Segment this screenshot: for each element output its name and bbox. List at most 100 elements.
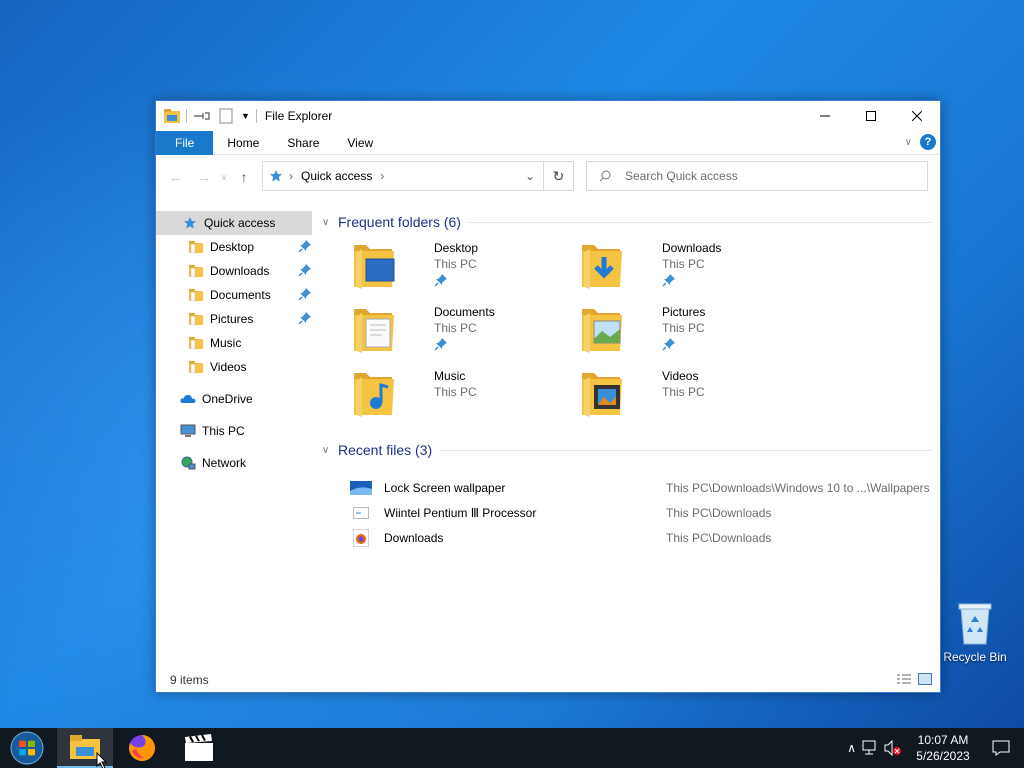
quick-access-star-icon [182,215,198,231]
frequent-folder-tile[interactable]: Desktop This PC [352,239,572,299]
network-status-icon[interactable] [862,740,880,756]
address-dropdown-icon[interactable]: ⌄ [525,169,535,183]
details-view-icon[interactable] [896,673,912,685]
folder-location: This PC [434,321,477,335]
pin-icon[interactable] [662,337,676,354]
taskbar-video-editor[interactable] [174,728,224,768]
frequent-folders-grid: Desktop This PC Downloads This PC Documents T… [322,239,932,439]
tab-share[interactable]: Share [273,131,333,155]
frequent-folder-tile[interactable]: Documents This PC [352,303,572,363]
taskbar-firefox[interactable] [116,728,168,768]
pin-icon[interactable] [434,273,448,290]
pin-icon[interactable] [298,311,312,328]
large-icons-view-icon[interactable] [918,673,932,685]
address-bar[interactable]: › Quick access › ⌄ [262,161,544,191]
breadcrumb-separator-icon[interactable]: › [289,169,293,183]
recycle-bin-label: Recycle Bin [943,650,1007,664]
section-title: Recent files (3) [338,442,433,458]
videos-folder-icon [188,359,204,375]
maximize-button[interactable] [848,101,894,131]
minimize-button[interactable] [802,101,848,131]
documents-folder-icon [352,303,400,355]
tab-home[interactable]: Home [213,131,273,155]
sidebar-item-onedrive[interactable]: OneDrive [156,387,312,411]
sidebar-item-videos[interactable]: Videos [156,355,312,379]
item-count: 9 items [170,673,209,687]
frequent-folder-tile[interactable]: Videos This PC [580,367,800,427]
folder-location: This PC [662,385,705,399]
downloads-folder-icon [188,263,204,279]
close-icon [912,111,922,121]
clock[interactable]: 10:07 AM 5/26/2023 [908,732,978,764]
file-explorer-window[interactable]: ▼ File Explorer File Home Share View ∨ ?… [155,100,941,693]
pin-icon[interactable] [298,263,312,280]
frequent-folder-tile[interactable]: Pictures This PC [580,303,800,363]
expand-ribbon-icon[interactable]: ∨ [905,137,912,148]
show-hidden-icons-icon[interactable]: ∧ [847,741,856,755]
forward-button[interactable]: → [190,169,218,185]
tab-file[interactable]: File [156,130,214,155]
sidebar-item-label: Music [210,336,242,350]
section-title: Frequent folders (6) [338,214,461,230]
pin-icon[interactable] [298,239,312,256]
recent-file-name: Downloads [384,530,444,545]
frequent-folder-tile[interactable]: Music This PC [352,367,572,427]
sidebar-item-label: Pictures [210,312,254,326]
explorer-folder-icon[interactable] [164,109,180,123]
new-folder-icon[interactable] [219,108,233,124]
videos-folder-icon [580,367,628,419]
collapse-chevron-icon[interactable]: ∨ [322,445,338,456]
search-placeholder: Search Quick access [625,169,738,183]
folder-location: This PC [434,257,477,271]
quick-access-toolbar: ▼ File Explorer [156,101,332,131]
recent-file-row[interactable]: Lock Screen wallpaper This PC\Downloads\W… [322,475,932,500]
sidebar-item-documents[interactable]: Documents [156,283,312,307]
folder-name: Music [434,369,466,383]
breadcrumb[interactable]: Quick access [301,169,372,183]
close-button[interactable] [894,101,940,131]
collapse-chevron-icon[interactable]: ∨ [322,217,338,228]
pin-icon[interactable] [662,273,676,290]
status-bar: 9 items [156,668,940,692]
back-button[interactable]: ← [162,169,190,185]
content-pane: ∨ Frequent folders (6) Desktop This PC Dow… [322,211,932,671]
volume-muted-icon[interactable] [884,740,902,756]
customize-toolbar-dropdown-icon[interactable]: ▼ [241,111,250,121]
properties-icon[interactable] [193,111,211,121]
recycle-bin-shortcut[interactable]: Recycle Bin [942,600,1008,664]
pin-icon[interactable] [434,337,448,354]
image-file-icon [350,480,372,495]
sidebar-item-quick-access[interactable]: Quick access [156,211,312,235]
refresh-button[interactable]: ↻ [544,161,574,191]
tab-view[interactable]: View [333,131,387,155]
action-center-button[interactable] [978,728,1024,768]
sidebar-item-pictures[interactable]: Pictures [156,307,312,331]
up-button[interactable]: ↑ [230,169,258,185]
sidebar-item-downloads[interactable]: Downloads [156,259,312,283]
start-button[interactable] [0,728,54,768]
recent-locations-dropdown-icon[interactable]: ∨ [218,172,230,183]
clapperboard-icon [185,734,213,761]
mouse-cursor-icon [96,752,108,768]
taskbar: ∧ 10:07 AM 5/26/2023 [0,728,1024,768]
pin-icon[interactable] [298,287,312,304]
system-tray: ∧ 10:07 AM 5/26/2023 [847,728,1024,768]
sidebar-item-this-pc[interactable]: This PC [156,419,312,443]
folder-name: Videos [662,369,699,383]
sidebar-item-network[interactable]: Network [156,451,312,475]
title-bar[interactable]: ▼ File Explorer [156,101,940,131]
recent-file-name: Wiintel Pentium Ⅲ Processor [384,505,537,520]
frequent-folders-header[interactable]: ∨ Frequent folders (6) [322,211,932,233]
folder-location: This PC [434,385,477,399]
breadcrumb-chevron-icon[interactable]: › [380,169,384,183]
frequent-folder-tile[interactable]: Downloads This PC [580,239,800,299]
recent-files-header[interactable]: ∨ Recent files (3) [322,439,932,461]
recent-file-row[interactable]: Downloads This PC\Downloads [322,525,932,550]
documents-folder-icon [188,287,204,303]
file-icon [350,506,372,519]
search-input[interactable]: Search Quick access [586,161,928,191]
sidebar-item-music[interactable]: Music [156,331,312,355]
help-icon[interactable]: ? [920,134,936,150]
recent-file-row[interactable]: Wiintel Pentium Ⅲ Processor This PC\Downl… [322,500,932,525]
sidebar-item-desktop[interactable]: Desktop [156,235,312,259]
